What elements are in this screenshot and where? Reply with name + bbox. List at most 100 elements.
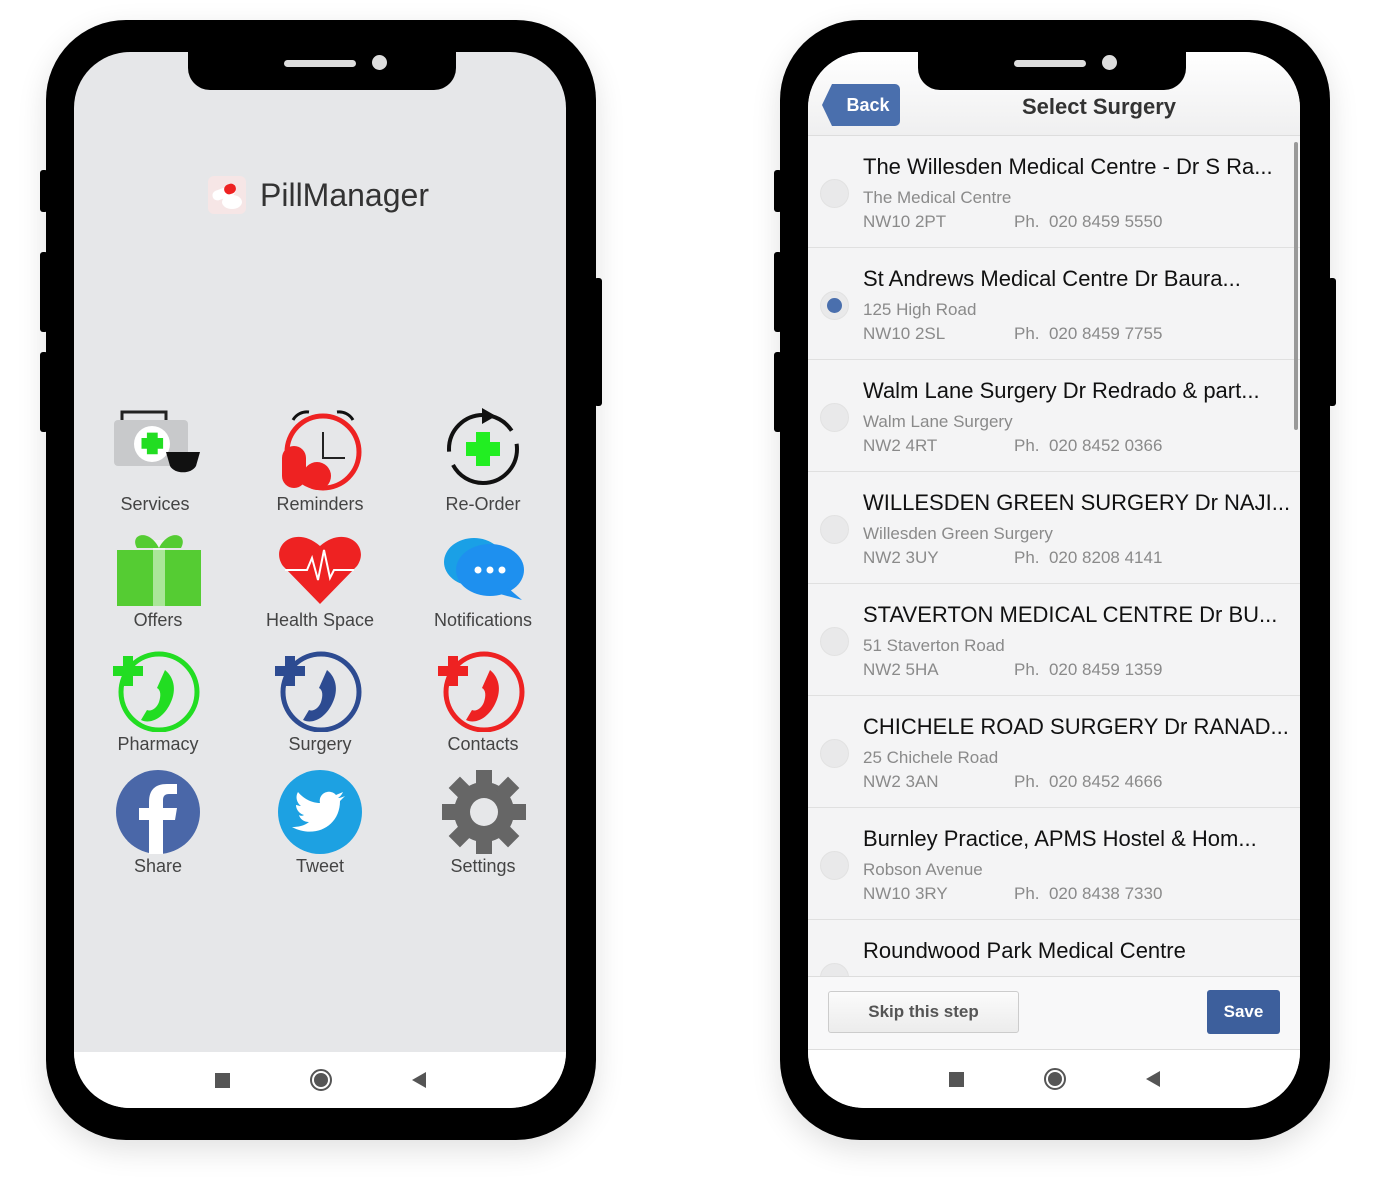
surgery-name: Walm Lane Surgery Dr Redrado & part... — [863, 378, 1260, 403]
radio-button[interactable] — [820, 627, 849, 656]
android-nav-bar — [808, 1050, 1300, 1108]
surgery-address: Walm Lane Surgery — [863, 412, 1013, 431]
surgery-phone: Ph. 020 8452 0366 — [1014, 436, 1163, 455]
tile-settings[interactable]: Settings — [408, 770, 558, 877]
phone-plus-blue-icon — [275, 651, 362, 732]
gift-icon — [117, 535, 201, 606]
radio-button[interactable] — [820, 515, 849, 544]
surgery-name: WILLESDEN GREEN SURGERY Dr NAJI... — [863, 490, 1291, 515]
tile-contacts[interactable]: Contacts — [408, 648, 558, 755]
tile-reminders[interactable]: Reminders — [245, 402, 395, 515]
surgery-phone: Ph. 020 8438 7330 — [1014, 884, 1163, 903]
radio-button[interactable] — [820, 179, 849, 208]
page-title: Select Surgery — [1021, 94, 1177, 119]
recents-icon[interactable] — [948, 1071, 964, 1087]
skip-button[interactable]: Skip this step — [828, 991, 1019, 1033]
notch — [918, 52, 1186, 90]
back-triangle-icon[interactable] — [1145, 1071, 1160, 1087]
chat-bubbles-icon — [444, 538, 524, 600]
back-button[interactable]: Back — [822, 84, 900, 126]
tile-share[interactable]: Share — [83, 770, 233, 877]
tile-label: Tweet — [295, 856, 345, 876]
surgery-address: 125 High Road — [863, 300, 977, 319]
tile-notifications[interactable]: Notifications — [408, 526, 558, 631]
tile-label: Offers — [133, 610, 183, 630]
surgery-list-item[interactable]: CHICHELE ROAD SURGERY Dr RANAD... 25 Chi… — [808, 696, 1300, 808]
surgery-postcode: NW10 3RY — [863, 884, 948, 903]
phone-frame-home: PillManager Services Reminders Re-Order … — [40, 20, 602, 1140]
select-surgery-screen: Back Select Surgery The Willesden Medica… — [808, 52, 1300, 1108]
surgery-phone: Ph. 020 8459 1359 — [1014, 660, 1163, 679]
reorder-cycle-icon — [447, 408, 519, 485]
surgery-postcode: NW10 2SL — [863, 324, 946, 343]
radio-button[interactable] — [820, 963, 849, 976]
radio-button[interactable] — [820, 291, 849, 320]
surgery-postcode: NW2 5HA — [863, 660, 939, 679]
surgery-postcode: NW2 3UY — [863, 548, 939, 567]
surgery-list[interactable]: The Willesden Medical Centre - Dr S Ra..… — [808, 136, 1300, 976]
tile-pharmacy[interactable]: Pharmacy — [83, 648, 233, 755]
surgery-list-item[interactable]: St Andrews Medical Centre Dr Baura... 12… — [808, 248, 1300, 360]
tile-label: Settings — [450, 856, 516, 876]
facebook-icon — [116, 770, 200, 854]
surgery-list-item[interactable]: WILLESDEN GREEN SURGERY Dr NAJI... Wille… — [808, 472, 1300, 584]
surgery-phone: Ph. 020 8459 7755 — [1014, 324, 1163, 343]
android-nav-bar — [74, 1052, 566, 1108]
heart-pulse-icon — [279, 536, 361, 604]
radio-button[interactable] — [820, 739, 849, 768]
tile-health-space[interactable]: Health Space — [245, 526, 395, 631]
tile-services[interactable]: Services — [80, 402, 230, 515]
recents-icon[interactable] — [214, 1072, 230, 1088]
surgery-postcode: NW2 4RT — [863, 436, 938, 455]
surgery-list-item[interactable]: STAVERTON MEDICAL CENTRE Dr BU... 51 Sta… — [808, 584, 1300, 696]
surgery-name: STAVERTON MEDICAL CENTRE Dr BU... — [863, 602, 1278, 627]
surgery-name: CHICHELE ROAD SURGERY Dr RANAD... — [863, 714, 1289, 739]
surgery-name: St Andrews Medical Centre Dr Baura... — [863, 266, 1241, 291]
tile-offers[interactable]: Offers — [83, 526, 233, 631]
tile-label: Surgery — [288, 734, 352, 754]
surgery-address: Robson Avenue — [863, 860, 983, 879]
tile-label: Pharmacy — [117, 734, 199, 754]
radio-button[interactable] — [820, 851, 849, 880]
scrollbar[interactable] — [1294, 142, 1298, 430]
home-icon[interactable] — [309, 1069, 332, 1091]
medical-kit-icon — [114, 410, 200, 473]
surgery-list-item[interactable]: Roundwood Park Medical Centre — [808, 920, 1300, 976]
footer-actions: Skip this step Save — [808, 976, 1300, 1050]
alarm-clock-pills-icon — [282, 410, 362, 491]
surgery-phone: Ph. 020 8459 5550 — [1014, 212, 1163, 231]
gear-icon — [442, 770, 526, 854]
app-title: PillManager — [260, 176, 429, 213]
radio-button[interactable] — [820, 403, 849, 432]
back-triangle-icon[interactable] — [411, 1072, 426, 1088]
save-button[interactable]: Save — [1207, 990, 1280, 1034]
surgery-address: Willesden Green Surgery — [863, 524, 1053, 543]
surgery-address: 25 Chichele Road — [863, 748, 999, 767]
tile-label: Reminders — [276, 494, 364, 514]
tile-surgery[interactable]: Surgery — [245, 648, 395, 755]
surgery-address: 51 Staverton Road — [863, 636, 1005, 655]
tile-label: Health Space — [265, 610, 375, 630]
tile-label: Services — [120, 494, 190, 514]
surgery-phone: Ph. 020 8452 4666 — [1014, 772, 1163, 791]
home-screen: PillManager Services Reminders Re-Order … — [74, 52, 566, 1108]
tile-label: Contacts — [447, 734, 519, 754]
phone-plus-red-icon — [438, 651, 525, 732]
surgery-name: The Willesden Medical Centre - Dr S Ra..… — [863, 154, 1273, 179]
surgery-list-item[interactable]: Walm Lane Surgery Dr Redrado & part... W… — [808, 360, 1300, 472]
tile-reorder[interactable]: Re-Order — [408, 402, 558, 515]
surgery-address: The Medical Centre — [863, 188, 1012, 207]
surgery-list-item[interactable]: The Willesden Medical Centre - Dr S Ra..… — [808, 136, 1300, 248]
phone-frame-select-surgery: Back Select Surgery The Willesden Medica… — [774, 20, 1336, 1140]
surgery-name: Roundwood Park Medical Centre — [863, 938, 1186, 963]
home-icon[interactable] — [1043, 1068, 1066, 1090]
surgery-postcode: NW2 3AN — [863, 772, 939, 791]
tile-tweet[interactable]: Tweet — [245, 770, 395, 877]
surgery-phone: Ph. 020 8208 4141 — [1014, 548, 1163, 567]
app-header: PillManager — [208, 176, 429, 214]
notch — [188, 52, 456, 90]
surgery-name: Burnley Practice, APMS Hostel & Hom... — [863, 826, 1257, 851]
surgery-list-item[interactable]: Burnley Practice, APMS Hostel & Hom... R… — [808, 808, 1300, 920]
tile-label: Notifications — [433, 610, 533, 630]
phone-plus-green-icon — [113, 651, 200, 732]
